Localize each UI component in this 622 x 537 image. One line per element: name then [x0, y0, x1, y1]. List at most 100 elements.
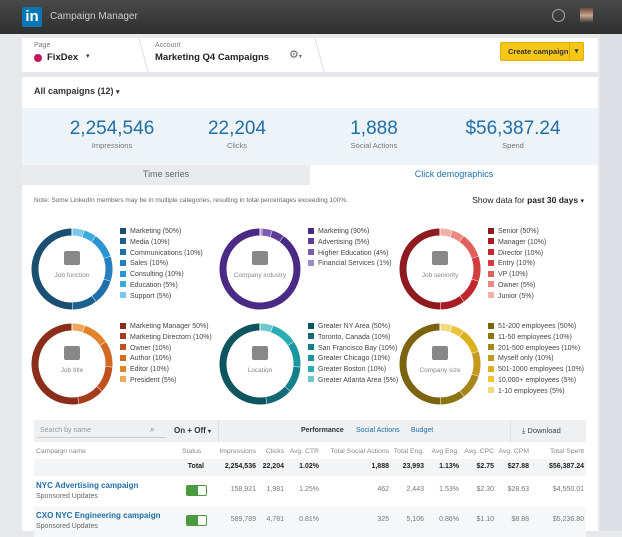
clock-icon[interactable]	[552, 9, 565, 22]
avatar[interactable]	[580, 8, 593, 23]
page-label: Page	[34, 42, 50, 49]
donut-segment[interactable]	[94, 239, 107, 258]
donut-segment[interactable]	[451, 234, 461, 239]
table-row: NYC Advertising campaignSponsored Update…	[34, 477, 586, 507]
legend-swatch	[488, 281, 494, 287]
column-header[interactable]: Campaign name	[36, 448, 86, 455]
donut-segment[interactable]	[262, 232, 271, 234]
chevron-down-icon: ▾	[116, 89, 120, 96]
campaign-name-link[interactable]: NYC Advertising campaign	[36, 481, 138, 490]
legend-label: 1-10 employees (5%)	[498, 388, 565, 395]
donut-segment[interactable]	[35, 327, 78, 401]
status-filter-dropdown[interactable]: On + Off ▾	[174, 426, 211, 435]
donut-segment[interactable]	[462, 375, 475, 394]
search-input[interactable]: Search by name	[38, 424, 166, 438]
legend-swatch	[488, 228, 494, 234]
table-cell: 0.81%	[259, 516, 319, 523]
column-header[interactable]: Avg. CPM	[469, 448, 529, 455]
date-range-value: past 30 days	[527, 195, 578, 205]
legend-item: Financial Services (1%)	[308, 259, 392, 270]
donut-segment[interactable]	[78, 389, 99, 400]
donut-segment[interactable]	[291, 344, 297, 367]
donut-title: Company industry	[230, 272, 290, 279]
donut-segment[interactable]	[271, 234, 281, 239]
page-selector[interactable]: FixDex ▾	[34, 51, 114, 65]
legend-swatch	[308, 333, 314, 339]
donut-chart	[30, 322, 114, 406]
legend: Marketing (90%)Advertising (5%)Higher Ed…	[308, 227, 392, 270]
donut-segment[interactable]	[440, 232, 451, 234]
donut-segment[interactable]	[403, 327, 440, 401]
legend-item: 10,000+ employees (5%)	[488, 376, 584, 387]
donut-segment[interactable]	[260, 327, 272, 329]
donut-segment[interactable]	[83, 234, 93, 239]
donut-segment[interactable]	[440, 327, 451, 329]
donut-segment[interactable]	[84, 329, 103, 344]
table-cell: 1.02%	[259, 463, 319, 470]
download-button[interactable]: ⤓ Download	[522, 426, 561, 436]
donut-segment[interactable]	[35, 232, 72, 306]
legend-swatch	[308, 355, 314, 361]
legend-label: 11-50 employees (10%)	[498, 334, 572, 341]
legend: 51-200 employees (50%)11-50 employees (1…	[488, 322, 584, 398]
legend-item: Marketing Manager 50%)	[120, 322, 212, 333]
donut-segment[interactable]	[223, 232, 297, 306]
donut-segment[interactable]	[451, 329, 461, 334]
date-range-dropdown[interactable]: Show data for past 30 days ▾	[472, 195, 584, 205]
legend-label: Marketing Manager 50%)	[130, 323, 209, 330]
stat-value: 1,888	[309, 118, 439, 140]
account-selector[interactable]: Marketing Q4 Campaigns	[155, 52, 269, 63]
legend-item: Greater NY Area (50%)	[308, 322, 398, 333]
gear-icon[interactable]: ⚙▾	[289, 48, 302, 61]
legend-item: VP (10%)	[488, 270, 546, 281]
donut-segment[interactable]	[440, 299, 462, 306]
top-bar: in Campaign Manager	[0, 0, 622, 34]
donut-segment[interactable]	[94, 280, 107, 299]
legend-swatch	[120, 249, 126, 255]
donut-segment[interactable]	[462, 239, 475, 258]
search-icon[interactable]: ⌕	[150, 425, 154, 435]
donut-segment[interactable]	[440, 394, 462, 401]
column-header[interactable]: Avg. CTR	[259, 448, 319, 455]
campaign-name-link[interactable]: CXO NYC Engineering campaign	[36, 511, 160, 520]
breadcrumb-separator	[129, 38, 148, 72]
donut-segment[interactable]	[475, 258, 477, 281]
tabs: Time series Click demographics	[22, 165, 598, 185]
legend-item: President (5%)	[120, 376, 212, 387]
column-header[interactable]: Total Spent	[524, 448, 584, 455]
legend-swatch	[308, 249, 314, 255]
view-social-actions[interactable]: Social Actions	[356, 427, 400, 434]
legend-swatch	[120, 355, 126, 361]
legend-swatch	[308, 238, 314, 244]
legend-item: Director (10%)	[488, 249, 546, 260]
legend-item: Communications (10%)	[120, 249, 203, 260]
legend-swatch	[120, 228, 126, 234]
donut-segment[interactable]	[462, 334, 475, 353]
tab-click-demographics[interactable]: Click demographics	[310, 165, 598, 185]
legend: Marketing (50%)Media (10%)Communications…	[120, 227, 203, 303]
table-cell: $8.88	[469, 516, 529, 523]
tab-time-series[interactable]: Time series	[22, 165, 310, 185]
legend-label: 201-500 employees (10%)	[498, 345, 580, 352]
view-performance[interactable]: Performance	[301, 427, 344, 434]
create-campaign-button[interactable]: Create campaign▾	[500, 42, 584, 61]
donut-segment[interactable]	[72, 299, 94, 306]
donut-segment[interactable]	[266, 389, 287, 400]
linkedin-logo[interactable]: in	[22, 7, 42, 27]
campaign-filter-dropdown[interactable]: All campaigns (12) ▾	[22, 77, 598, 108]
donut-segment[interactable]	[103, 344, 109, 367]
donut-segment[interactable]	[223, 327, 266, 401]
legend-label: Owner (10%)	[130, 345, 171, 352]
donut-segment[interactable]	[462, 280, 475, 299]
donut-segment[interactable]	[72, 232, 83, 234]
legend-item: Consulting (10%)	[120, 270, 203, 281]
create-campaign-dropdown[interactable]: ▾	[569, 43, 583, 60]
donut-segment[interactable]	[72, 327, 84, 329]
donut-segment[interactable]	[107, 258, 109, 281]
donut-segment[interactable]	[272, 329, 291, 344]
legend-swatch	[308, 228, 314, 234]
legend-swatch	[488, 333, 494, 339]
view-budget[interactable]: Budget	[411, 427, 433, 434]
donut-segment[interactable]	[475, 353, 477, 376]
donut-segment[interactable]	[403, 232, 440, 306]
